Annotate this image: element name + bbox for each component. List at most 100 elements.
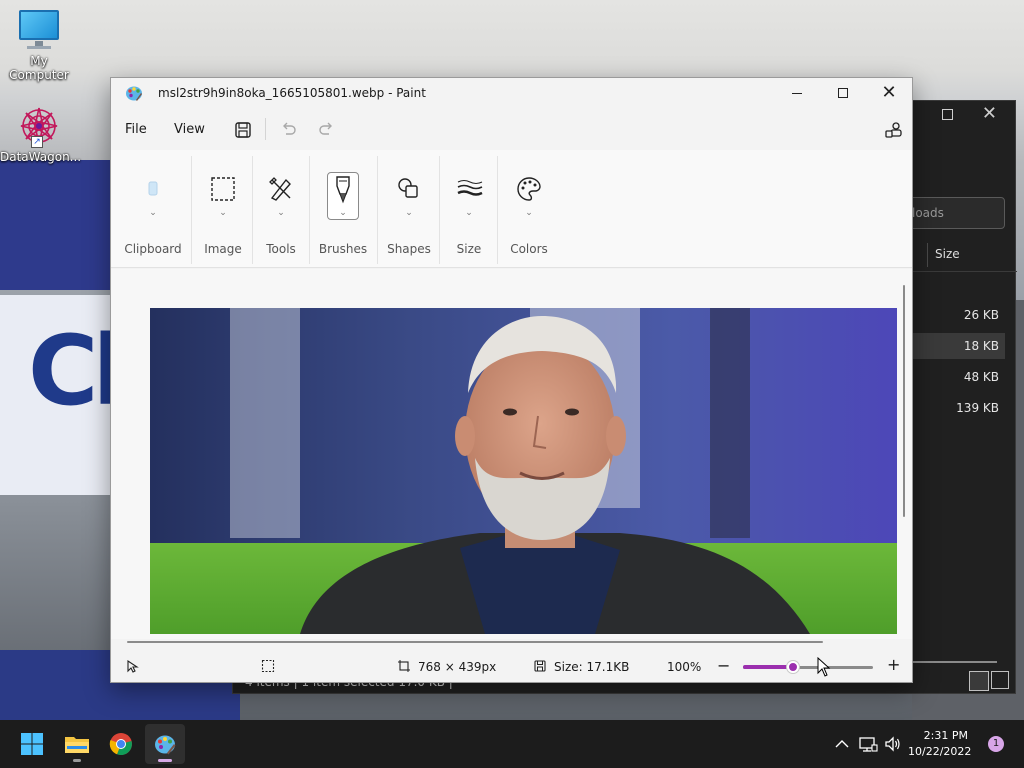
paint-window[interactable]: msl2str9h9in8oka_1665105801.webp - Paint…	[110, 77, 913, 683]
search-input[interactable]: loads	[903, 197, 1005, 229]
desktop-icon-datawagon[interactable]: ↗ DataWagon...	[0, 106, 82, 164]
selection-size-icon	[261, 659, 275, 673]
taskbar: 2:31 PM 10/22/2022	[0, 720, 1024, 768]
close-button[interactable]: ✕	[866, 78, 912, 108]
file-row[interactable]: 139 KB	[913, 395, 1005, 421]
desktop-icon-label: DataWagon...	[0, 150, 82, 164]
chevron-down-icon: ⌄	[525, 208, 533, 218]
clock-date: 10/22/2022	[908, 745, 972, 758]
file-row[interactable]: 18 KB	[913, 333, 1005, 359]
ribbon-group-brushes[interactable]: ⌄ Brushes	[313, 150, 373, 268]
canvas-size-icon	[398, 660, 410, 672]
menu-file[interactable]: File	[125, 122, 147, 137]
ribbon-divider	[191, 156, 192, 264]
chevron-down-icon: ⌄	[219, 208, 227, 218]
menu-bar: File View	[111, 110, 912, 150]
shapes-icon	[398, 178, 418, 198]
start-icon	[21, 733, 43, 755]
chevron-down-icon: ⌄	[465, 208, 473, 218]
selection-icon	[211, 177, 235, 201]
column-divider[interactable]	[927, 243, 928, 267]
file-row[interactable]: 26 KB	[913, 302, 1005, 328]
menu-view[interactable]: View	[174, 122, 205, 137]
zoom-slider-thumb[interactable]	[787, 661, 799, 673]
column-header-size[interactable]: Size	[935, 247, 960, 261]
ribbon-group-clipboard[interactable]: ⌄ Clipboard	[119, 150, 187, 268]
file-row[interactable]: 48 KB	[913, 364, 1005, 390]
palette-icon	[517, 177, 541, 201]
close-button[interactable]: ✕	[982, 103, 997, 124]
paint-app-icon	[126, 86, 142, 101]
ribbon-group-shapes[interactable]: ⌄ Shapes	[381, 150, 437, 268]
volume-icon[interactable]	[883, 734, 903, 754]
canvas-image[interactable]	[150, 308, 897, 634]
status-bar: 768 × 439px Size: 17.1KB 100% − +	[111, 652, 912, 682]
maximize-button[interactable]	[820, 78, 866, 108]
chevron-down-icon: ⌄	[339, 208, 347, 218]
network-icon[interactable]	[858, 734, 878, 754]
ribbon-group-label: Tools	[266, 242, 296, 256]
vertical-scrollbar[interactable]	[903, 285, 905, 517]
minimize-button[interactable]	[774, 78, 820, 108]
ribbon-group-colors[interactable]: ⌄ Colors	[501, 150, 557, 268]
ribbon-group-image[interactable]: ⌄ Image	[195, 150, 251, 268]
size-icon	[457, 180, 483, 196]
ribbon-group-label: Clipboard	[124, 242, 182, 256]
close-icon: ✕	[881, 82, 897, 103]
title-bar[interactable]: msl2str9h9in8oka_1665105801.webp - Paint…	[111, 78, 912, 108]
wallpaper-banner: Clu	[0, 295, 188, 495]
chevron-down-icon: ⌄	[405, 208, 413, 218]
details-view-icon[interactable]	[969, 671, 989, 691]
taskbar-file-explorer[interactable]	[57, 724, 97, 764]
ribbon-group-label: Image	[204, 242, 242, 256]
ribbon-group-size[interactable]: ⌄ Size	[443, 150, 495, 268]
ribbon-divider	[439, 156, 440, 264]
desktop-icon-label: My Computer	[9, 54, 69, 82]
tiles-view-icon[interactable]	[991, 671, 1009, 689]
zoom-out-button[interactable]: −	[717, 656, 730, 675]
ribbon-group-label: Size	[456, 242, 482, 256]
taskbar-paint[interactable]	[145, 724, 185, 764]
active-indicator	[158, 759, 172, 762]
zoom-slider-fill	[743, 665, 793, 669]
window-title: msl2str9h9in8oka_1665105801.webp - Paint	[158, 86, 426, 100]
horizontal-scrollbar[interactable]	[127, 641, 823, 643]
account-icon[interactable]	[882, 118, 906, 142]
ribbon-group-label: Brushes	[318, 242, 368, 256]
undo-icon[interactable]	[276, 118, 300, 142]
redo-icon[interactable]	[315, 118, 339, 142]
computer-icon	[17, 10, 61, 50]
taskbar-chrome[interactable]	[101, 724, 141, 764]
clock-time: 2:31 PM	[923, 729, 968, 742]
clock[interactable]: 2:31 PM 10/22/2022	[908, 728, 972, 760]
paint-icon	[155, 735, 176, 755]
maximize-button[interactable]	[942, 109, 953, 120]
horizontal-scrollbar[interactable]	[913, 661, 997, 663]
canvas-area[interactable]	[111, 269, 912, 643]
chevron-down-icon: ⌄	[149, 208, 157, 218]
maximize-icon	[838, 88, 848, 98]
running-indicator	[73, 759, 81, 762]
notification-badge[interactable]: 1	[988, 736, 1004, 752]
chrome-icon	[109, 733, 132, 756]
save-icon[interactable]	[231, 118, 255, 142]
minimize-icon	[792, 92, 802, 94]
ribbon-group-label: Shapes	[387, 242, 431, 256]
chevron-down-icon: ⌄	[277, 208, 285, 218]
file-size: Size: 17.1KB	[554, 660, 630, 674]
ribbon: ⌄ Clipboard ⌄ Image ⌄ Tools ⌄ Brushes ⌄ …	[111, 150, 912, 268]
brush-icon	[336, 176, 350, 204]
ribbon-group-tools[interactable]: ⌄ Tools	[255, 150, 307, 268]
image-dimensions: 768 × 439px	[418, 660, 497, 674]
file-size-icon	[534, 660, 546, 672]
wallpaper-shape	[0, 160, 110, 290]
zoom-level[interactable]: 100%	[667, 660, 701, 674]
chevron-up-icon[interactable]	[832, 734, 852, 754]
start-button[interactable]	[12, 724, 52, 764]
desktop-icon-my-computer[interactable]: My Computer	[0, 10, 78, 82]
ribbon-divider	[497, 156, 498, 264]
header-divider	[913, 271, 1017, 272]
zoom-in-button[interactable]: +	[887, 655, 900, 674]
toolbar-divider	[265, 118, 266, 140]
file-explorer-icon	[65, 737, 89, 753]
